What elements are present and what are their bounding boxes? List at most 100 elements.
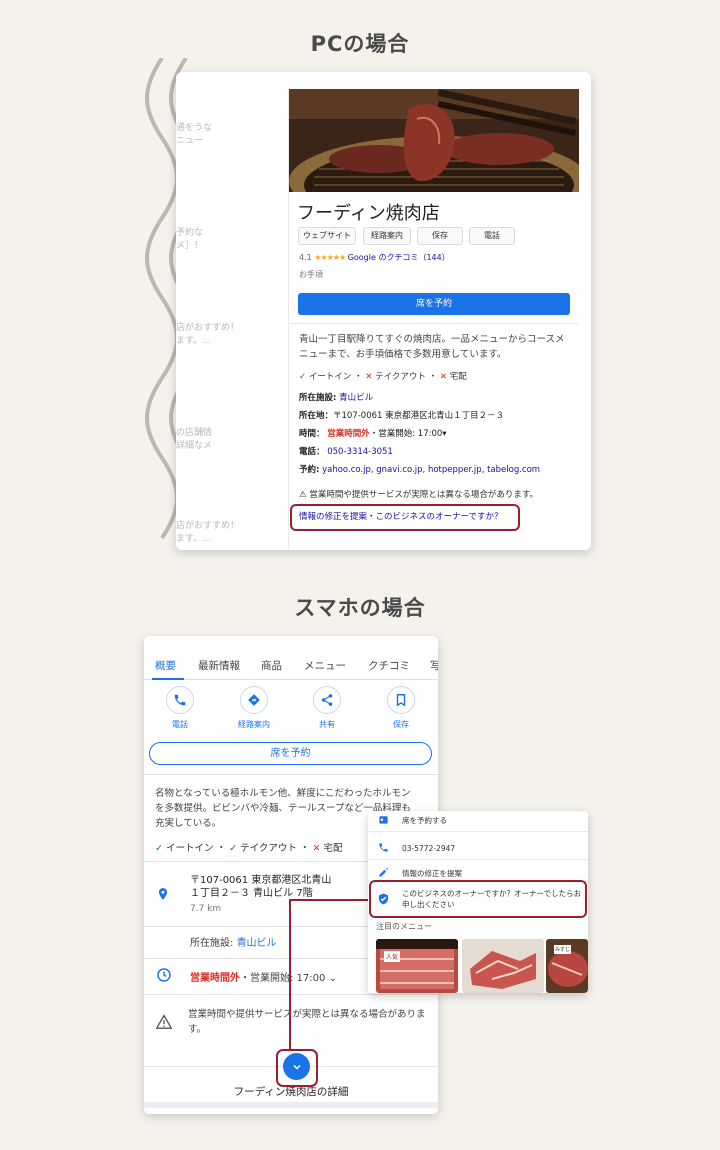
chevron-down-icon[interactable]: ⌄: [329, 973, 337, 984]
ghost-text: メ］！: [176, 241, 204, 251]
facility-link[interactable]: 青山ビル: [339, 393, 373, 403]
pencil-icon: [378, 867, 389, 880]
tab-reviews[interactable]: クチコミ: [368, 658, 410, 673]
separator: ・: [299, 843, 310, 854]
directions-label: 経路案内: [238, 720, 270, 729]
address[interactable]: 〒107-0061 東京都港区北青山 １丁目２－３ 青山ビル 7階: [190, 874, 331, 900]
warning-text: 営業時間や提供サービスが実際とは異なる場合があります。: [188, 1009, 426, 1035]
reserve-table-button[interactable]: 席を予約: [149, 742, 432, 765]
hours-open-time: ・営業開始: 17:00: [240, 973, 326, 984]
phone-icon: [378, 842, 389, 855]
pc-search-result-card: 通をうな ニュー 予約な メ］！ 店がおすすめ！ ます。… の店舗情 詳細なメ …: [176, 72, 591, 550]
active-tab-indicator: [152, 678, 184, 680]
food-tag: 人気: [384, 951, 401, 962]
divider: [368, 859, 588, 860]
rating-value: 4.1: [299, 253, 312, 262]
restaurant-photo[interactable]: [289, 89, 579, 192]
caret-down-icon[interactable]: ▾: [442, 429, 446, 439]
facility-label: 所在施設:: [190, 938, 234, 949]
hours-status: 営業時間外: [327, 429, 370, 439]
booking-links[interactable]: yahoo.co.jp, gnavi.co.jp, hotpepper.jp, …: [322, 465, 540, 475]
cross-icon: ✕: [439, 372, 447, 382]
call-button[interactable]: 電話: [469, 227, 515, 245]
divider: [144, 994, 438, 995]
bookmark-icon: [387, 686, 415, 714]
reviews-link[interactable]: Google のクチコミ（144）: [348, 253, 450, 262]
check-icon: ✓: [299, 372, 307, 382]
booking-row: 予約: yahoo.co.jp, gnavi.co.jp, hotpepper.…: [299, 463, 540, 475]
save-label: 保存: [393, 720, 409, 729]
divider: [368, 831, 588, 832]
menu-photo[interactable]: [462, 939, 544, 993]
suggest-highlight-box: [290, 504, 520, 531]
dine-in-label: イートイン: [166, 843, 214, 854]
warning-text: 営業時間や提供サービスが実際とは異なる場合があります。: [309, 490, 538, 500]
divider: [289, 323, 579, 324]
location-pin-icon: [156, 886, 170, 906]
ghost-text: 店がおすすめ！: [176, 323, 240, 333]
connector-line: [289, 900, 291, 1050]
service-options: ✓ イートイン ・ ✓ テイクアウト ・ ✕ 宅配: [155, 840, 343, 854]
tab-bar: 概要 最新情報 商品 メニュー クチコミ 写: [144, 642, 438, 680]
directions-action[interactable]: 経路案内: [226, 686, 282, 730]
share-icon: [313, 686, 341, 714]
directions-icon: [240, 686, 268, 714]
business-description: 青山一丁目駅降りてすぐの焼肉店。一品メニューからコースメニューまで、お手頃価格で…: [299, 334, 565, 360]
sp-section-title: スマホの場合: [294, 596, 426, 620]
menu-photo[interactable]: みすじ: [546, 939, 588, 993]
tab-menu[interactable]: メニュー: [304, 658, 346, 673]
phone-label: 電話：: [299, 447, 325, 457]
address-line-1: 〒107-0061 東京都港区北青山: [190, 875, 332, 886]
ghost-text: ます。…: [176, 336, 212, 346]
check-icon: ✓: [155, 843, 163, 854]
facility-link[interactable]: 青山ビル: [237, 938, 277, 949]
divider: [144, 774, 438, 775]
share-action[interactable]: 共有: [299, 686, 355, 730]
hours-row[interactable]: 時間： 営業時間外・営業開始: 17:00▾: [299, 427, 447, 439]
tab-photos[interactable]: 写: [430, 658, 438, 673]
star-rating-icon: ★★★★★: [314, 253, 346, 262]
menu-photo[interactable]: 人気: [376, 939, 458, 993]
owner-highlight-box: [369, 880, 587, 918]
clock-icon: [156, 967, 172, 987]
separator: ・: [216, 843, 227, 854]
tab-products[interactable]: 商品: [261, 658, 282, 673]
suggest-edit-label: 情報の修正を提案: [402, 869, 462, 878]
tab-overview[interactable]: 概要: [155, 658, 176, 673]
ghost-text: の店舗情: [176, 428, 213, 438]
delivery-label: 宅配: [449, 372, 467, 382]
tab-updates[interactable]: 最新情報: [198, 658, 240, 673]
phone-icon: [166, 686, 194, 714]
service-options: ✓ イートイン ・ ✕ テイクアウト ・ ✕ 宅配: [299, 370, 467, 382]
ghost-text: 予約な: [176, 228, 204, 238]
save-action[interactable]: 保存: [373, 686, 429, 730]
featured-menu-title: 注目のメニュー: [376, 922, 432, 931]
directions-button[interactable]: 経路案内: [363, 227, 411, 245]
booking-label: 予約:: [299, 465, 320, 475]
takeout-label: テイクアウト: [240, 843, 297, 854]
phone-link[interactable]: 050-3314-3051: [327, 447, 393, 457]
ghost-text: 店がおすすめ！: [176, 521, 240, 531]
separator: ・: [428, 372, 438, 382]
reserve-table-button[interactable]: 席を予約: [298, 293, 570, 315]
takeout-label: テイクアウト: [375, 372, 426, 382]
website-button[interactable]: ウェブサイト: [298, 227, 356, 245]
address-label: 所在地：: [299, 411, 334, 421]
hours-row[interactable]: 営業時間外・営業開始: 17:00 ⌄: [190, 969, 337, 984]
price-level: お手頃: [299, 270, 323, 279]
warning-row: ⚠ 営業時間や提供サービスが実際とは異なる場合があります。: [299, 488, 538, 500]
reserve-label: 席を予約する: [402, 816, 447, 825]
distance: 7.7 km: [190, 904, 222, 914]
warning-icon: [155, 1014, 173, 1033]
address-row: 所在地：〒107-0061 東京都港区北青山１丁目２－３: [299, 409, 504, 421]
cross-icon: ✕: [365, 372, 373, 382]
hours-status: 営業時間外: [190, 973, 240, 984]
facility-row: 所在施設: 青山ビル: [299, 391, 373, 403]
calendar-icon: [378, 814, 389, 827]
food-tag: みすじ: [554, 945, 572, 954]
phone-number: 03-5772-2947: [402, 844, 456, 853]
ghost-text: 詳細なメ: [176, 441, 213, 451]
save-button[interactable]: 保存: [417, 227, 463, 245]
share-label: 共有: [319, 720, 335, 729]
call-action[interactable]: 電話: [152, 686, 208, 730]
